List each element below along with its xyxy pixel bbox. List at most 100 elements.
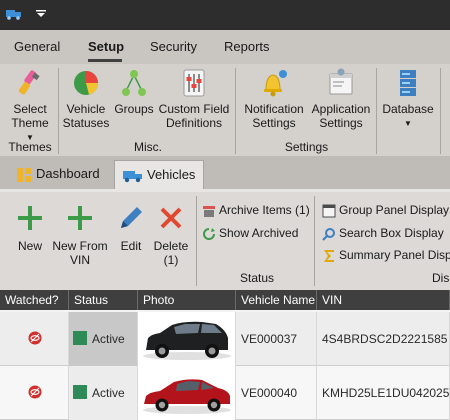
tab-vehicles-label: Vehicles [147,167,196,182]
archive-items-label: Archive Items (1) [219,203,310,217]
status-text: Active [92,386,125,400]
divider [440,68,441,154]
active-tab-indicator [88,59,122,62]
notification-settings-button[interactable]: Notification Settings [240,68,308,130]
photo-cell [138,366,236,420]
custom-field-definitions-button[interactable]: Custom Field Definitions [158,68,230,130]
vin-text: 4S4BRDSC2D2221585 [322,332,448,346]
pencil-icon [121,207,142,228]
tab-reports[interactable]: Reports [224,39,270,54]
quick-access-dropdown-icon[interactable] [36,10,46,18]
not-watched-icon [28,385,42,399]
new-from-vin-button[interactable]: New From VIN [50,204,110,267]
status-cell: Active [69,366,138,420]
group-label-misc: Misc. [134,140,162,154]
application-settings-label: Application [311,102,371,116]
column-header-vin[interactable]: VIN [317,290,450,310]
group-panel-display-button[interactable]: Group Panel Display [322,203,449,218]
vehicles-action-ribbon: New New From VIN Edit Delete (1) Archive… [0,192,450,290]
vehicles-grid: Watched? Status Photo Vehicle Name VIN A… [0,290,450,420]
search-icon [322,227,335,241]
divider [196,196,197,286]
summary-panel-display-label: Summary Panel Displ [339,248,450,262]
not-watched-icon [28,331,42,345]
table-row[interactable]: Active VE000040 KMHD25LE1DU042025 [0,366,450,420]
edit-button[interactable]: Edit [114,204,148,253]
database-button[interactable]: Database ▼ [380,68,436,131]
dashboard-icon [17,167,31,182]
new-from-vin-label: New From [52,239,108,253]
server-icon [391,68,425,98]
status-text: Active [92,332,125,346]
vin-cell: 4S4BRDSC2D2221585 [317,312,450,366]
photo-cell [138,312,236,366]
tab-dashboard-label: Dashboard [36,166,100,181]
select-theme-button[interactable]: Select Theme ▼ [6,68,54,145]
divider [58,68,59,154]
column-header-photo[interactable]: Photo [138,290,236,310]
archive-items-button[interactable]: Archive Items (1) [202,203,310,218]
notification-settings-label-2: Settings [252,116,296,130]
delete-label: Delete [153,239,189,253]
select-theme-label: Select [13,102,47,116]
delete-button[interactable]: Delete (1) [150,204,192,267]
notification-settings-label: Notification [244,102,304,116]
new-from-vin-label-2: VIN [69,253,90,267]
paintbrush-icon [13,68,47,98]
group-label-settings: Settings [284,140,329,154]
divider [376,68,377,154]
new-button[interactable]: New [12,204,48,253]
group-label-status: Status [240,271,275,285]
document-tabs: Dashboard Vehicles [0,156,450,192]
watched-cell[interactable] [0,312,69,366]
tab-vehicles[interactable]: Vehicles [114,160,205,189]
show-archived-button[interactable]: Show Archived [202,226,298,241]
watched-cell[interactable] [0,366,69,420]
sliders-icon [177,68,211,98]
chevron-down-icon: ▼ [404,118,412,128]
bell-icon [257,68,291,98]
tab-general[interactable]: General [14,39,60,54]
status-color-swatch [73,385,87,399]
vehicle-statuses-button[interactable]: Vehicle Statuses [62,68,110,130]
tab-dashboard[interactable]: Dashboard [8,160,108,189]
status-cell: Active [69,312,138,366]
group-label-themes: Themes [8,140,52,154]
application-settings-button[interactable]: Application Settings [309,68,373,130]
vin-cell: KMHD25LE1DU042025 [317,366,450,420]
groups-button[interactable]: Groups [112,68,156,116]
vehicle-statuses-label-2: Statuses [62,116,110,130]
select-theme-label-2: Theme [11,116,49,130]
column-header-status[interactable]: Status [69,290,138,310]
divider [314,196,315,286]
ribbon-tabs: General Setup Security Reports [0,30,450,64]
group-panel-icon [322,204,336,218]
hierarchy-icon [117,68,151,98]
status-color-swatch [73,331,87,345]
group-panel-display-label: Group Panel Display [339,203,450,217]
vehicle-statuses-label: Vehicle [66,102,106,116]
sigma-icon [324,249,334,262]
tab-security[interactable]: Security [150,39,197,54]
table-row[interactable]: Active VE000037 4S4BRDSC2D2221585 [0,312,450,366]
search-box-display-button[interactable]: Search Box Display [322,226,444,241]
column-header-vehicle-name[interactable]: Vehicle Name [236,290,317,310]
summary-panel-display-button[interactable]: Summary Panel Displ [322,248,450,263]
divider [235,68,236,154]
truck-icon [123,170,142,182]
delete-label-2: (1) [163,253,179,267]
refresh-icon [203,227,215,240]
vin-text: KMHD25LE1DU042025 [322,386,450,400]
groups-label: Groups [114,102,154,116]
application-settings-label-2: Settings [319,116,363,130]
search-box-display-label: Search Box Display [339,226,444,240]
custom-field-label-2: Definitions [165,116,223,130]
tab-setup[interactable]: Setup [88,39,124,54]
vehicle-photo-red-sedan [138,366,235,420]
database-label: Database [382,102,434,116]
vehicle-name-cell: VE000037 [236,312,317,366]
vehicles-app-icon[interactable] [6,8,22,20]
archive-icon [203,205,215,217]
column-header-watched[interactable]: Watched? [0,290,69,310]
plus-icon [18,206,42,230]
